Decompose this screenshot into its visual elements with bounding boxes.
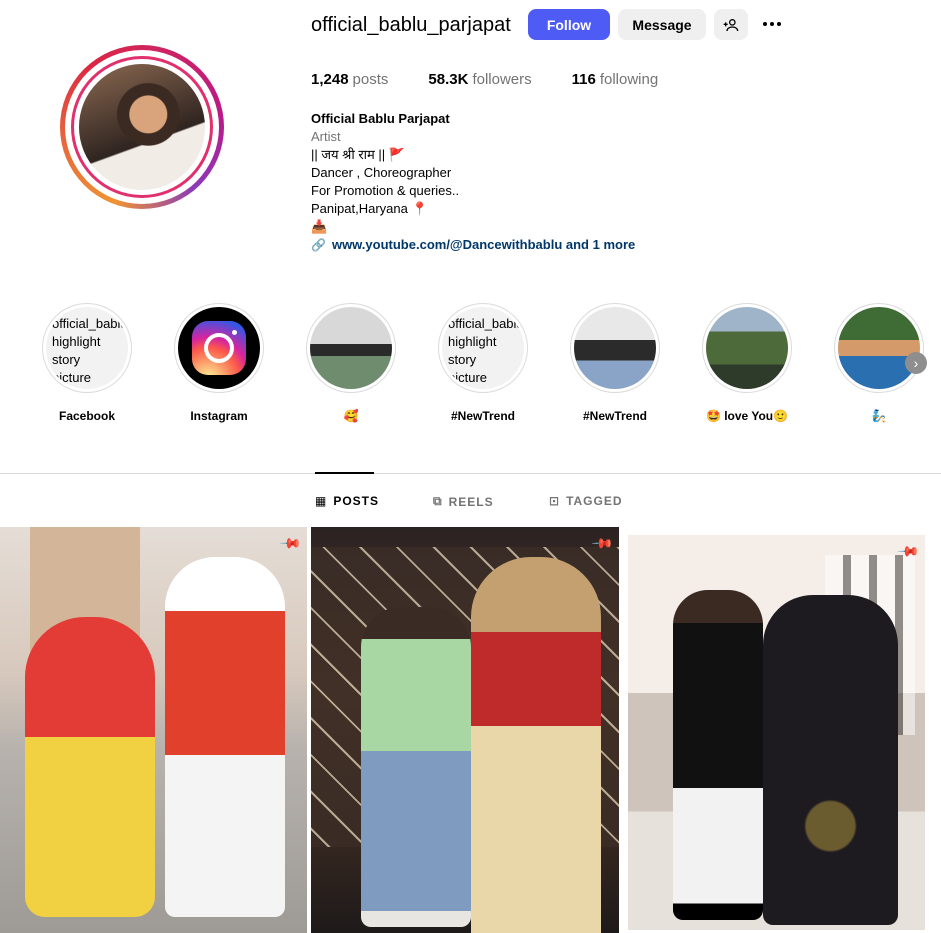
tabs-divider bbox=[0, 473, 941, 474]
grid-icon: ▦ bbox=[315, 494, 328, 508]
tab-posts[interactable]: ▦ POSTS bbox=[315, 494, 379, 508]
instagram-logo-icon bbox=[192, 321, 246, 375]
follow-button[interactable]: Follow bbox=[528, 9, 610, 40]
pin-icon: 📌 bbox=[278, 531, 303, 555]
bio-line: || जय श्री राम || 🚩 bbox=[311, 147, 405, 162]
tagged-icon: ⊡ bbox=[549, 494, 561, 508]
following-stat[interactable]: 116 following bbox=[572, 71, 659, 88]
highlight-item[interactable]: #NewTrend bbox=[570, 303, 660, 423]
profile-username: official_bablu_parjapat bbox=[311, 14, 511, 36]
highlight-item[interactable]: 🥰 bbox=[306, 303, 396, 423]
more-options-icon[interactable] bbox=[760, 12, 784, 36]
profile-stats: 1,248 posts 58.3K followers 116 following bbox=[311, 71, 698, 88]
highlight-item[interactable]: official_bablu highlight story picture F… bbox=[42, 303, 132, 423]
story-highlights: official_bablu highlight story picture F… bbox=[0, 303, 941, 433]
message-button[interactable]: Message bbox=[618, 9, 706, 40]
profile-category: Artist bbox=[311, 129, 341, 144]
link-icon: 🔗 bbox=[311, 238, 326, 252]
profile-bio: Official Bablu Parjapat Artist || जय श्र… bbox=[311, 110, 635, 254]
highlight-item[interactable]: Instagram bbox=[174, 303, 264, 423]
post-thumbnail[interactable]: 📌 bbox=[311, 527, 619, 933]
bio-line: Dancer , Choreographer bbox=[311, 165, 452, 180]
bio-line: 📥 bbox=[311, 219, 328, 234]
post-thumbnail[interactable]: 📌 bbox=[0, 527, 307, 933]
tab-tagged[interactable]: ⊡ TAGGED bbox=[549, 494, 623, 508]
followers-stat[interactable]: 58.3K followers bbox=[428, 71, 531, 88]
add-user-icon bbox=[723, 18, 739, 31]
tab-reels[interactable]: ⧉ REELS bbox=[433, 494, 494, 509]
highlight-item[interactable]: official_bablu highlight story picture #… bbox=[438, 303, 528, 423]
profile-avatar[interactable] bbox=[60, 45, 224, 209]
suggested-users-button[interactable] bbox=[714, 9, 748, 40]
active-tab-indicator bbox=[315, 472, 374, 474]
bio-link[interactable]: 🔗 www.youtube.com/@Dancewithbablu and 1 … bbox=[311, 236, 635, 254]
bio-line: For Promotion & queries.. bbox=[311, 183, 460, 198]
chevron-right-icon[interactable]: › bbox=[905, 352, 927, 374]
reels-icon: ⧉ bbox=[433, 494, 443, 508]
post-thumbnail[interactable]: 📌 bbox=[628, 535, 925, 930]
avatar-photo bbox=[79, 64, 205, 190]
profile-fullname: Official Bablu Parjapat bbox=[311, 111, 450, 126]
highlight-item[interactable]: 🤩 love You🙂 bbox=[702, 303, 792, 423]
bio-line: Panipat,Haryana 📍 bbox=[311, 201, 428, 216]
posts-stat: 1,248 posts bbox=[311, 71, 389, 88]
